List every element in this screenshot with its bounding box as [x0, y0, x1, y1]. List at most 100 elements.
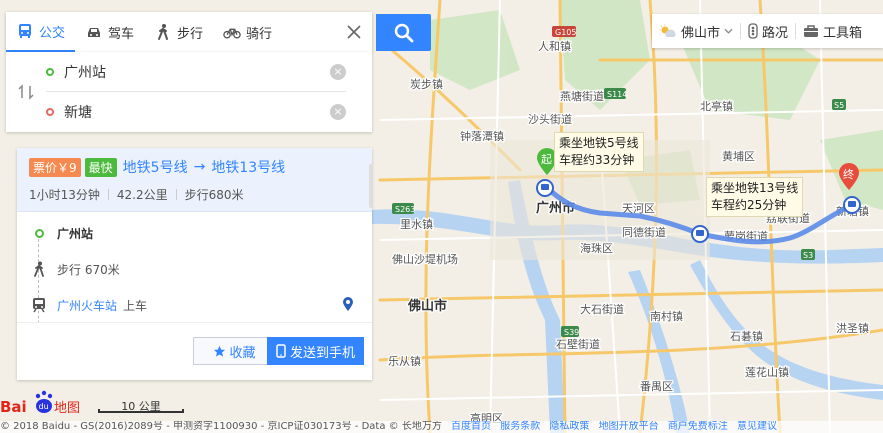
send-to-phone-button[interactable]: 发送到手机: [267, 337, 364, 365]
svg-text:S3: S3: [803, 251, 813, 260]
weather-icon: [659, 24, 676, 37]
tab-drive-label: 驾车: [108, 26, 135, 42]
scrollbar[interactable]: [369, 164, 373, 208]
link-feedback[interactable]: 意见建议: [737, 421, 777, 432]
svg-text:S114: S114: [607, 90, 627, 99]
swap-endpoints-button[interactable]: [18, 84, 34, 100]
walk-icon: [158, 24, 169, 40]
traffic-button[interactable]: 路况: [741, 14, 795, 48]
price-badge: 票价￥9: [29, 157, 81, 177]
map-label-shatou: 沙头街道: [528, 112, 572, 126]
step-board[interactable]: 广州火车站 上车: [29, 289, 360, 321]
map-label-yantang: 燕塘街道: [560, 89, 604, 103]
map-label-panyu: 番禺区: [640, 380, 673, 393]
close-icon: [347, 25, 361, 39]
phone-icon: [276, 344, 286, 358]
svg-text:Bai: Bai: [0, 398, 27, 416]
map-label-nancun: 南村镇: [650, 309, 683, 323]
route-walk: 步行680米: [184, 188, 244, 202]
bus-icon: [19, 24, 31, 38]
svg-text:S5: S5: [834, 101, 844, 110]
metro-icon: [33, 298, 45, 313]
svg-text:终: 终: [843, 167, 854, 181]
clear-end-button[interactable]: ×: [330, 104, 346, 120]
route-distance: 42.2公里: [116, 188, 168, 202]
traffic-light-icon: [748, 23, 758, 39]
route-duration: 1小时13分钟: [29, 188, 100, 202]
favorite-button[interactable]: 收藏: [193, 337, 276, 365]
map-label-haizhu: 海珠区: [580, 241, 613, 255]
clear-start-button[interactable]: ×: [330, 63, 346, 80]
link-merchant[interactable]: 商户免费标注: [668, 421, 728, 432]
shield-s114: S114: [604, 88, 627, 99]
copyright-text: © 2018 Baidu - GS(2016)2089号 - 甲测资字11009…: [0, 421, 442, 432]
svg-text:地图: 地图: [54, 401, 80, 416]
step-start[interactable]: 广州站: [29, 217, 360, 249]
svg-text:S263: S263: [395, 205, 415, 214]
tab-ride[interactable]: 骑行: [213, 12, 282, 52]
end-pin-icon[interactable]: 终: [838, 163, 860, 191]
toolbox-icon: [804, 25, 819, 37]
scale-bar: [98, 409, 184, 413]
start-value: 广州站: [64, 64, 106, 81]
start-dot-icon: [34, 228, 44, 238]
swap-icon: [18, 84, 34, 100]
tab-bus[interactable]: 公交: [6, 12, 76, 52]
metro-station-icon[interactable]: [843, 196, 861, 214]
start-field[interactable]: 广州站 ×: [46, 52, 346, 92]
route-summary[interactable]: 票价￥9 最快 地铁5号线 → 地铁13号线 1小时13分钟 42.2公里 步行…: [17, 148, 372, 212]
walk-icon: [34, 261, 44, 277]
route-steps: 广州站 步行 670米 广州火车站 上车: [17, 217, 372, 339]
shield-s5: S5: [832, 99, 846, 110]
baidu-map-logo[interactable]: Bai du 地图: [0, 388, 84, 416]
map-label-foshanshaxi: 佛山沙堤机场: [392, 252, 458, 266]
map-label-lishui: 里水镇: [400, 217, 433, 231]
shield-s39: S39: [561, 326, 579, 337]
search-button[interactable]: [376, 14, 431, 51]
tab-walk-label: 步行: [177, 26, 204, 42]
link-privacy[interactable]: 隐私政策: [549, 421, 589, 432]
close-button[interactable]: [336, 12, 372, 52]
shield-g105: G105: [552, 26, 576, 37]
start-dot-icon: [46, 67, 54, 76]
car-icon: [88, 28, 101, 37]
tab-ride-label: 骑行: [246, 26, 273, 42]
location-pin-icon[interactable]: [342, 296, 354, 315]
tab-drive[interactable]: 驾车: [75, 12, 144, 52]
city-selector[interactable]: 佛山市: [652, 14, 740, 48]
end-dot-icon: [46, 108, 54, 116]
fastest-badge: 最快: [84, 157, 117, 177]
map-label-lecong: 乐从镇: [388, 354, 421, 368]
map-label-renhe: 人和镇: [538, 39, 571, 53]
end-field[interactable]: 新塘 ×: [46, 92, 346, 132]
map-label-beiting: 北亭镇: [700, 99, 733, 113]
tab-walk[interactable]: 步行: [144, 12, 213, 52]
link-open-platform[interactable]: 地图开放平台: [599, 421, 659, 432]
route-arrow: →: [193, 159, 206, 175]
shield-s263: S263: [392, 203, 415, 214]
segment-bubble-line5: 乘坐地铁5号线 车程约33分钟: [554, 132, 644, 172]
map-label-zhongluotan: 钟落潭镇: [460, 129, 504, 143]
route-actions: 收藏 发送到手机: [17, 322, 372, 380]
tab-bus-label: 公交: [39, 25, 66, 41]
map-label-lianhuashan: 莲花山镇: [745, 365, 789, 379]
map-toolbar: 佛山市 路况 工具箱: [652, 14, 883, 48]
step-walk[interactable]: 步行 670米: [29, 253, 360, 285]
metro-station-icon[interactable]: [691, 225, 709, 243]
segment-bubble-line13: 乘坐地铁13号线 车程约25分钟: [706, 177, 804, 217]
map-scale: 10 公里: [98, 398, 184, 414]
route-endpoints-panel: 广州站 × 新塘 ×: [6, 52, 372, 132]
shield-s3: S3: [801, 249, 815, 260]
link-terms[interactable]: 服务条款: [500, 421, 540, 432]
map-label-huangpu: 黄埔区: [722, 149, 755, 163]
svg-text:起: 起: [541, 153, 552, 166]
map-label-tanbu: 炭步镇: [410, 77, 443, 91]
chevron-down-icon: [724, 28, 733, 34]
svg-text:S39: S39: [564, 328, 579, 337]
route-line-2: 地铁13号线: [211, 160, 286, 176]
toolbox-button[interactable]: 工具箱: [796, 14, 869, 48]
link-baidu-home[interactable]: 百度首页: [451, 421, 491, 432]
map-label-shiwan: 石壁街道: [556, 337, 600, 351]
svg-text:G105: G105: [555, 28, 576, 37]
metro-station-icon[interactable]: [536, 179, 554, 197]
